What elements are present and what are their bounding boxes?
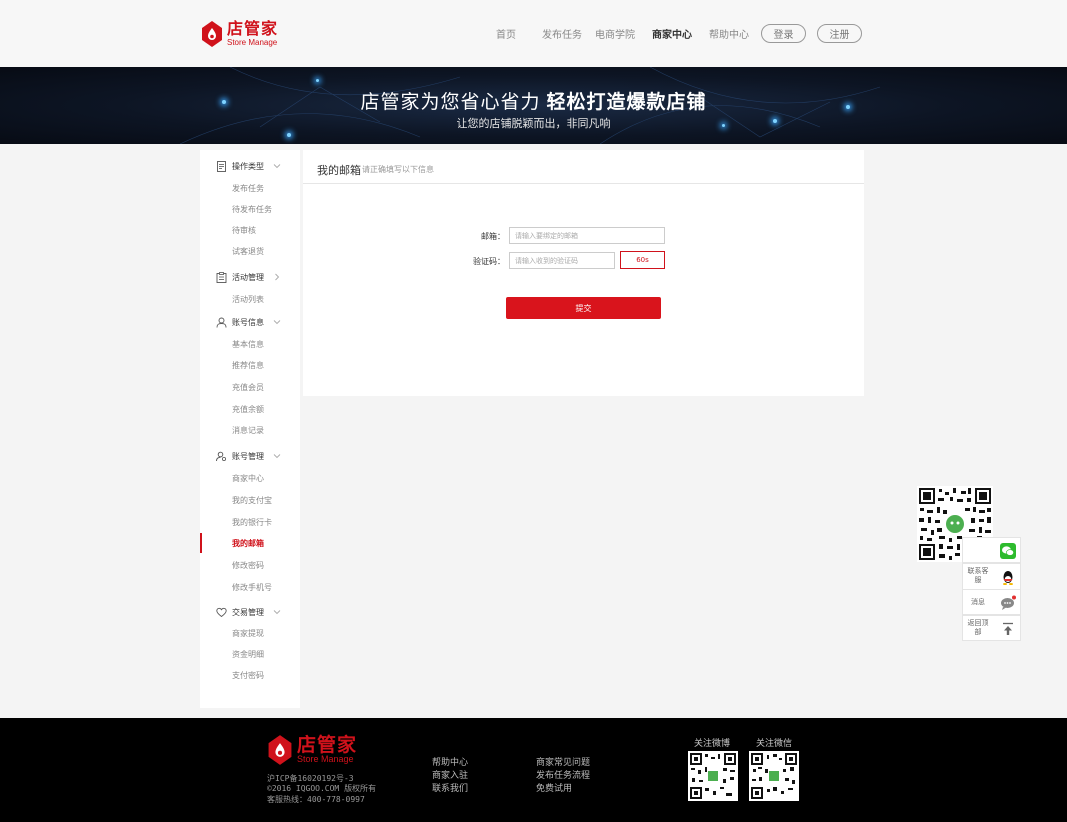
wechat-icon [1000,543,1016,559]
chevron-down-icon [273,610,281,615]
register-button[interactable]: 注册 [817,24,862,43]
sidebar-group-label: 账号管理 [232,451,264,461]
footer-link-contact-us[interactable]: 联系我们 [432,781,468,794]
sidebar-group-transactions[interactable]: 交易管理 [200,602,300,622]
sidebar-item-recharge-membership[interactable]: 充值会员 [200,377,300,397]
footer-logo[interactable]: 店管家 Store Manage [266,734,357,766]
banner-glow-dot [316,79,319,82]
footer-link-merchant-faq[interactable]: 商家常见问题 [536,755,590,768]
sidebar-item-withdraw[interactable]: 商家提现 [200,623,300,643]
sidebar-item-fund-details[interactable]: 资金明细 [200,644,300,664]
wechat-tool[interactable] [962,537,1021,563]
sidebar-group-label: 活动管理 [232,272,264,282]
sidebar-item-my-alipay[interactable]: 我的支付宝 [200,490,300,510]
clipboard-icon [216,271,227,283]
weibo-qrcode [688,751,738,801]
qrcode-image [690,753,736,799]
sidebar-item-pending-publish[interactable]: 待发布任务 [200,199,300,219]
sidebar-item-pending-review[interactable]: 待审核 [200,220,300,240]
email-label: 邮箱： [481,232,505,241]
sidebar-item-recharge-balance[interactable]: 充值余额 [200,399,300,419]
sidebar-item-referral-info[interactable]: 推荐信息 [200,355,300,375]
user-settings-icon [216,451,227,461]
sidebar-group-label: 交易管理 [232,607,264,617]
page-title: 我的邮箱 [317,164,361,177]
footer-logo-subtext: Store Manage [297,754,354,764]
banner-slogan: 店管家为您省心省力 轻松打造爆款店铺 [0,87,1067,114]
sidebar-item-change-phone[interactable]: 修改手机号 [200,577,300,597]
code-label: 验证码： [473,257,505,266]
sidebar-item-activity-list[interactable]: 活动列表 [200,289,300,309]
sidebar-menu: 操作类型 发布任务 待发布任务 待审核 试客退货 活动管理 活动列表 账号信息 … [200,150,300,708]
chevron-down-icon [273,320,281,325]
weibo-qr-label: 关注微博 [694,739,731,749]
heart-hand-icon [216,607,227,617]
sidebar-item-my-email[interactable]: 我的邮箱 [200,533,300,553]
sidebar-group-account-info[interactable]: 账号信息 [200,312,300,332]
nav-publish-task[interactable]: 发布任务 [542,26,582,41]
logo-drop-icon [202,21,222,47]
nav-ecommerce-academy[interactable]: 电商学院 [595,26,635,41]
sidebar-item-tester-return[interactable]: 试客退货 [200,241,300,261]
arrow-up-icon [1003,622,1013,635]
qrcode-image [751,753,797,799]
sidebar-item-payment-password[interactable]: 支付密码 [200,665,300,685]
sidebar-group-activity[interactable]: 活动管理 [200,267,300,287]
nav-help-center[interactable]: 帮助中心 [709,26,749,41]
user-icon [216,317,227,328]
top-header: 店管家 Store Manage 首页 发布任务 电商学院 商家中心 帮助中心 … [0,0,1067,67]
site-footer: 店管家 Store Manage 沪ICP备16020192号-3 ©2016 … [0,718,1067,822]
email-binding-panel: 我的邮箱 请正确填写以下信息 邮箱： 请输入要绑定的邮箱 验证码： 请输入收到的… [303,150,864,396]
chevron-right-icon [275,273,280,281]
sidebar-item-merchant-center[interactable]: 商家中心 [200,468,300,488]
footer-link-publish-flow[interactable]: 发布任务流程 [536,768,590,781]
document-icon [217,160,226,172]
banner-slogan-bold: 轻松打造爆款店铺 [546,91,707,113]
logo-text: 店管家 [227,19,279,38]
back-to-top-tool[interactable]: 返回顶部 [962,615,1021,641]
hero-banner: 店管家为您省心省力 轻松打造爆款店铺 让您的店铺脱颖而出，非同凡响 [0,67,1067,144]
chevron-down-icon [273,454,281,459]
title-divider [303,183,864,184]
footer-link-free-trial[interactable]: 免费试用 [536,781,572,794]
contact-service-tool[interactable]: 联系客服 [962,563,1021,590]
logo-drop-icon [268,735,292,765]
footer-logo-text: 店管家 [297,734,358,756]
sidebar-item-message-log[interactable]: 消息记录 [200,420,300,440]
hotline-text: 客服热线：400-778-0997 [267,795,365,804]
sidebar-group-label: 账号信息 [232,317,264,327]
sidebar-group-label: 操作类型 [232,161,264,171]
chevron-down-icon [273,164,281,169]
contact-service-label: 联系客服 [967,567,989,584]
chat-bubble-icon [1001,595,1016,610]
nav-merchant-center[interactable]: 商家中心 [652,26,692,41]
banner-subslogan: 让您的店铺脱颖而出，非同凡响 [456,117,611,130]
send-code-button[interactable]: 60s [620,251,665,269]
footer-link-help-center[interactable]: 帮助中心 [432,755,468,768]
sidebar-item-publish-task[interactable]: 发布任务 [200,178,300,198]
message-label: 消息 [971,598,985,606]
back-to-top-label: 返回顶部 [967,619,989,636]
sidebar-group-operation-type[interactable]: 操作类型 [200,156,300,176]
sidebar-item-my-bank-card[interactable]: 我的银行卡 [200,512,300,532]
email-input[interactable]: 请输入要绑定的邮箱 [509,227,665,244]
wechat-qr-label: 关注微信 [756,739,793,749]
banner-slogan-main: 店管家为您省心省力 [360,91,541,113]
copyright-text: ©2016 IQGOO.COM 版权所有 [267,784,377,793]
page-hint: 请正确填写以下信息 [362,165,434,174]
qq-icon [1003,571,1013,585]
logo-subtext: Store Manage [227,38,278,47]
footer-link-merchant-join[interactable]: 商家入驻 [432,768,468,781]
sidebar-group-account-management[interactable]: 账号管理 [200,446,300,466]
submit-button[interactable]: 提交 [506,297,661,319]
sidebar-item-change-password[interactable]: 修改密码 [200,555,300,575]
site-logo[interactable]: 店管家 Store Manage [200,19,278,49]
wechat-qrcode [749,751,799,801]
login-button[interactable]: 登录 [761,24,806,43]
sidebar-item-basic-info[interactable]: 基本信息 [200,334,300,354]
verification-code-input[interactable]: 请输入收到的验证码 [509,252,615,269]
nav-home[interactable]: 首页 [496,26,516,41]
message-tool[interactable]: 消息 [962,589,1021,615]
banner-glow-dot [287,133,291,137]
